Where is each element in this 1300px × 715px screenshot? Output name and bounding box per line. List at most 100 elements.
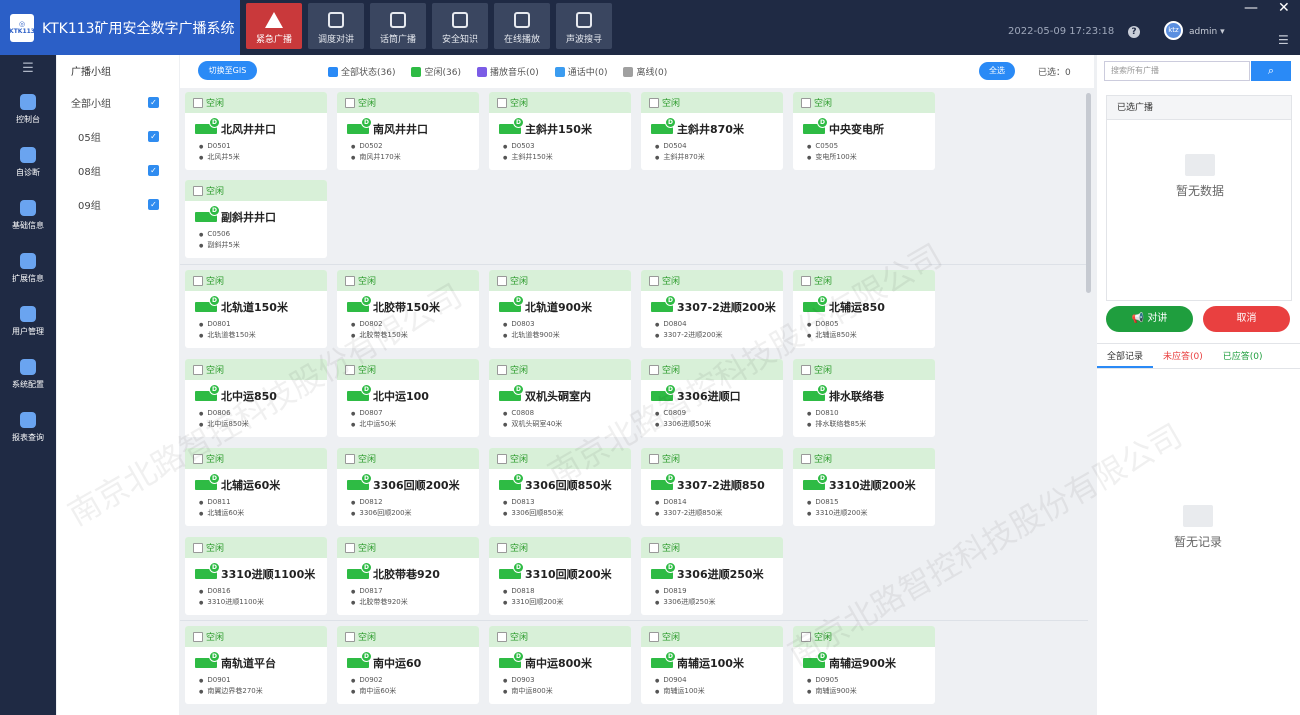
broadcast-card[interactable]: 空闲南中运800米D0903南中运800米 (489, 626, 631, 704)
status-filter[interactable]: 离线(0) (623, 65, 667, 78)
card-checkbox[interactable] (193, 275, 203, 286)
checkbox[interactable]: ✓ (148, 96, 159, 108)
group-item[interactable]: 09组 ✓ (57, 187, 179, 221)
close-icon[interactable]: ✕ (1278, 0, 1290, 16)
card-checkbox[interactable] (801, 631, 811, 642)
card-checkbox[interactable] (193, 97, 203, 108)
broadcast-card[interactable]: 空闲3310进顺200米D08153310进顺200米 (793, 448, 935, 526)
tab-all-records[interactable]: 全部记录 (1097, 344, 1154, 368)
checkbox[interactable]: ✓ (148, 164, 159, 176)
status-filter[interactable]: 全部状态(36) (328, 65, 395, 78)
broadcast-card[interactable]: 空闲3307-2进顺200米D08043307-2进顺200米 (641, 270, 783, 348)
card-checkbox[interactable] (497, 631, 507, 642)
talk-button[interactable]: 📢 对讲 (1106, 306, 1193, 332)
top-menu-item[interactable]: 调度对讲 (308, 3, 364, 49)
select-all-button[interactable]: 全选 (979, 62, 1015, 80)
card-checkbox[interactable] (497, 275, 507, 286)
card-checkbox[interactable] (345, 453, 355, 464)
broadcast-card[interactable]: 空闲北中运100 D0807北中运50米 (337, 359, 479, 437)
top-menu-item[interactable]: 在线播放 (494, 3, 550, 49)
search-button[interactable]: ⌕ (1251, 61, 1291, 81)
card-checkbox[interactable] (345, 631, 355, 642)
scrollbar[interactable] (1086, 93, 1091, 293)
card-checkbox[interactable] (649, 275, 659, 286)
sidebar-item[interactable]: 报表查询 (0, 401, 56, 454)
top-menu-item[interactable]: 声波搜寻 (556, 3, 612, 49)
card-checkbox[interactable] (345, 542, 355, 553)
card-checkbox[interactable] (801, 453, 811, 464)
sidebar-item[interactable]: 扩展信息 (0, 242, 56, 295)
broadcast-card[interactable]: 空闲北轨道900米 D0803北轨道巷900米 (489, 270, 631, 348)
card-checkbox[interactable] (345, 275, 355, 286)
card-checkbox[interactable] (497, 97, 507, 108)
top-menu-item[interactable]: 话筒广播 (370, 3, 426, 49)
card-checkbox[interactable] (649, 97, 659, 108)
sidebar-item[interactable]: 控制台 (0, 83, 56, 136)
card-checkbox[interactable] (193, 542, 203, 553)
card-checkbox[interactable] (801, 364, 811, 375)
top-menu-item[interactable]: 安全知识 (432, 3, 488, 49)
card-checkbox[interactable] (193, 364, 203, 375)
broadcast-card[interactable]: 空闲双机头硐室内 C0808双机头硐室40米 (489, 359, 631, 437)
broadcast-card[interactable]: 空闲中央变电所 C0505变电所100米 (793, 92, 935, 170)
card-checkbox[interactable] (345, 364, 355, 375)
broadcast-card[interactable]: 空闲3310进顺1100米D08163310进顺1100米 (185, 537, 327, 615)
card-checkbox[interactable] (193, 185, 203, 196)
broadcast-card[interactable]: 空闲北辅运850 D0805北辅运850米 (793, 270, 935, 348)
broadcast-card[interactable]: 空闲南辅运100米D0904南辅运100米 (641, 626, 783, 704)
broadcast-card[interactable]: 空闲北胶带巷920 D0817北胶带巷920米 (337, 537, 479, 615)
card-checkbox[interactable] (649, 364, 659, 375)
card-checkbox[interactable] (801, 275, 811, 286)
broadcast-card[interactable]: 空闲3306回顺200米D08123306回顺200米 (337, 448, 479, 526)
broadcast-card[interactable]: 空闲 3306进顺口 C08093306进顺50米 (641, 359, 783, 437)
broadcast-card[interactable]: 空闲南风井井口 D0502南风井170米 (337, 92, 479, 170)
broadcast-card[interactable]: 空闲主斜井870米D0504主斜井870米 (641, 92, 783, 170)
broadcast-card[interactable]: 空闲3306回顺850米D08133306回顺850米 (489, 448, 631, 526)
card-checkbox[interactable] (497, 542, 507, 553)
minimize-icon[interactable]: — (1244, 0, 1258, 16)
broadcast-card[interactable]: 空闲南中运60 D0902南中运60米 (337, 626, 479, 704)
card-checkbox[interactable] (193, 453, 203, 464)
checkbox[interactable]: ✓ (148, 198, 159, 210)
broadcast-card[interactable]: 空闲 3307-2进顺850 D08143307-2进顺850米 (641, 448, 783, 526)
broadcast-card[interactable]: 空闲北风井井口 D0501北风井5米 (185, 92, 327, 170)
sidebar-item[interactable]: 自诊断 (0, 136, 56, 189)
card-checkbox[interactable] (497, 453, 507, 464)
group-item[interactable]: 全部小组 ✓ (57, 85, 179, 119)
card-checkbox[interactable] (649, 542, 659, 553)
card-checkbox[interactable] (193, 631, 203, 642)
group-item[interactable]: 08组 ✓ (57, 153, 179, 187)
broadcast-card[interactable]: 空闲南轨道平台 D0901南翼边界巷270米 (185, 626, 327, 704)
broadcast-card[interactable]: 空闲副斜井井口 C0506副斜井5米 (185, 180, 327, 258)
cancel-button[interactable]: 取消 (1203, 306, 1290, 332)
broadcast-card[interactable]: 空闲北胶带150米 D0802北胶带巷150米 (337, 270, 479, 348)
card-checkbox[interactable] (345, 97, 355, 108)
card-checkbox[interactable] (497, 364, 507, 375)
checkbox[interactable]: ✓ (148, 130, 159, 142)
hamburger-icon[interactable]: ☰ (0, 61, 56, 83)
broadcast-card[interactable]: 空闲3306进顺250米D08193306进顺250米 (641, 537, 783, 615)
status-filter[interactable]: 播放音乐(0) (476, 65, 539, 78)
sidebar-item[interactable]: 用户管理 (0, 295, 56, 348)
help-icon[interactable]: ? (1128, 26, 1140, 38)
group-item[interactable]: 05组 ✓ (57, 119, 179, 153)
broadcast-card[interactable]: 空闲北辅运60米D0811北辅运60米 (185, 448, 327, 526)
status-filter[interactable]: 空闲(36) (411, 65, 461, 78)
broadcast-card[interactable]: 空闲南辅运900米D0905南辅运900米 (793, 626, 935, 704)
card-checkbox[interactable] (801, 97, 811, 108)
user-menu[interactable]: admin ▾ (1189, 27, 1225, 37)
card-checkbox[interactable] (649, 453, 659, 464)
menu-icon[interactable]: ☰ (1278, 33, 1289, 47)
status-filter[interactable]: 通话中(0) (554, 65, 607, 78)
broadcast-card[interactable]: 空闲北轨道150米 D0801北轨道巷150米 (185, 270, 327, 348)
avatar[interactable]: ktz (1164, 21, 1183, 40)
search-input[interactable]: 搜索所有广播 (1104, 61, 1250, 81)
broadcast-card[interactable]: 空闲北中运850 D0806北中运850米 (185, 359, 327, 437)
top-menu-item[interactable]: 紧急广播 (246, 3, 302, 49)
switch-gis-button[interactable]: 切换至GIS (198, 61, 257, 80)
tab-answered[interactable]: 已应答(0) (1213, 344, 1273, 368)
card-checkbox[interactable] (649, 631, 659, 642)
broadcast-card[interactable]: 空闲主斜井150米D0503主斜井150米 (489, 92, 631, 170)
tab-unanswered[interactable]: 未应答(0) (1153, 344, 1213, 368)
sidebar-item[interactable]: 基础信息 (0, 189, 56, 242)
